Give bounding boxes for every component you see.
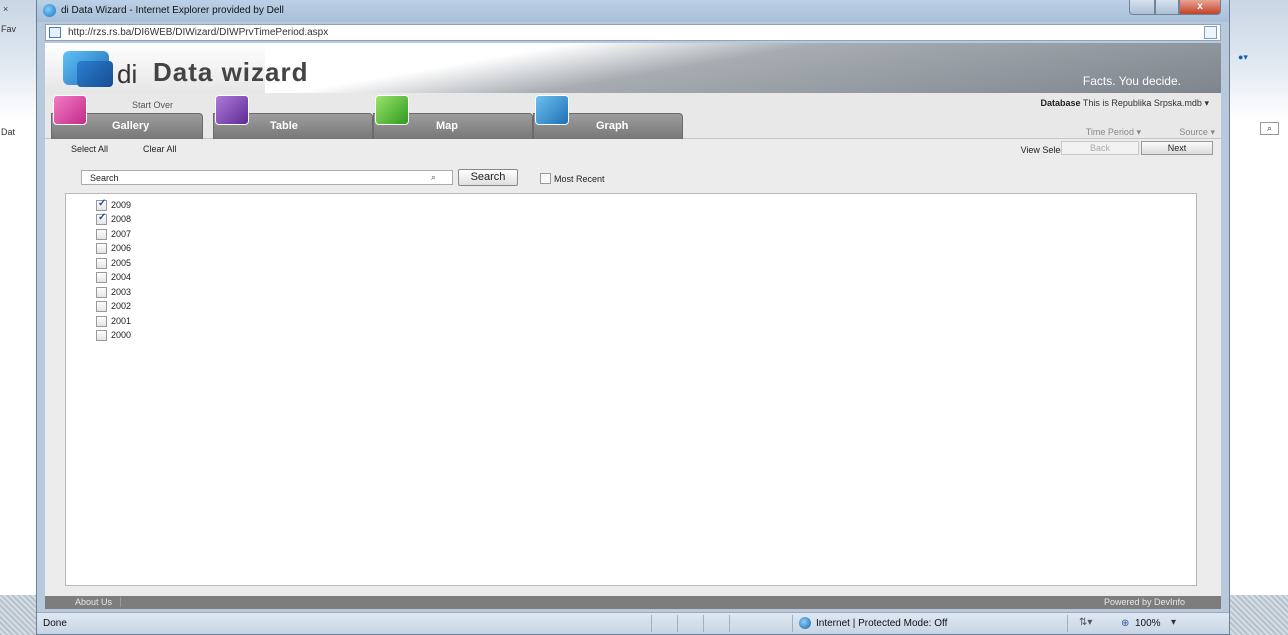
web-content: di Data wizard Facts. You decide. Start … xyxy=(45,43,1221,609)
year-checkbox[interactable] xyxy=(96,287,107,298)
add-ons-icon[interactable]: ⇅▾ xyxy=(1079,617,1092,628)
tab-table-label: Table xyxy=(270,120,298,132)
most-recent-label: Most Recent xyxy=(554,174,605,184)
year-label: 2003 xyxy=(111,287,132,297)
year-label: 2007 xyxy=(111,229,132,239)
year-label: 2009 xyxy=(111,200,132,210)
close-button[interactable]: x xyxy=(1179,0,1221,15)
source-selector[interactable]: Source ▾ xyxy=(1179,127,1215,138)
status-divider xyxy=(792,615,793,632)
bg-data-fragment: Dat xyxy=(1,127,16,137)
compatibility-view-icon[interactable] xyxy=(1204,26,1217,39)
bg-search-icon: ⌕ xyxy=(1260,122,1280,135)
bg-taskbar-left xyxy=(0,595,38,635)
window-controls: x xyxy=(1129,0,1221,15)
year-label: 2005 xyxy=(111,258,132,268)
search-input[interactable] xyxy=(81,170,453,185)
status-divider xyxy=(729,615,730,632)
year-label: 2004 xyxy=(111,272,132,282)
logo-text: Data wizard xyxy=(153,57,309,87)
about-us-link[interactable]: About Us xyxy=(67,597,122,607)
tab-map-label: Map xyxy=(436,120,458,132)
window-title: di Data Wizard - Internet Explorer provi… xyxy=(61,5,284,16)
chevron-down-icon[interactable]: ▾ xyxy=(1171,617,1176,628)
tab-gallery-label: Gallery xyxy=(112,120,150,132)
site-footer: About Us Powered by DevInfo xyxy=(45,596,1221,609)
site-header: di Data wizard Facts. You decide. xyxy=(45,43,1221,93)
wizard-navbar: Start Over Gallery Table Map Graph Datab… xyxy=(45,93,1221,139)
status-divider xyxy=(703,615,704,632)
address-bar[interactable]: http://rzs.rs.ba/DI6WEB/DIWizard/DIWPrvT… xyxy=(45,24,1221,41)
graph-icon[interactable] xyxy=(535,95,569,125)
back-button[interactable]: Back xyxy=(1061,141,1139,155)
maximize-button[interactable] xyxy=(1155,0,1179,15)
search-button[interactable]: Search xyxy=(458,169,518,186)
status-bar: Done Internet | Protected Mode: Off ⇅▾ ⊕… xyxy=(37,612,1229,634)
title-bar: di Data Wizard - Internet Explorer provi… xyxy=(37,0,1229,22)
ie-popup-window: di Data Wizard - Internet Explorer provi… xyxy=(36,0,1230,635)
bg-help-icon: ●▾ xyxy=(1238,52,1248,62)
ie-icon xyxy=(43,4,56,17)
time-period-list: 2009 2008 2007 2006 2005 2004 xyxy=(65,193,1197,586)
tab-graph-label: Graph xyxy=(596,120,629,132)
database-value: This is Republika Srpska.mdb xyxy=(1082,98,1202,108)
year-checkbox[interactable] xyxy=(96,212,107,225)
header-banner xyxy=(265,43,1221,93)
year-checkbox[interactable] xyxy=(96,243,107,254)
year-label: 2002 xyxy=(111,301,132,311)
year-checkbox[interactable] xyxy=(96,330,107,341)
bg-taskbar-right xyxy=(1230,595,1288,635)
clear-all-link[interactable]: Clear All xyxy=(143,144,177,154)
time-period-selector[interactable]: Time Period ▾ xyxy=(1086,127,1141,138)
year-label: 2001 xyxy=(111,316,132,326)
start-over-link[interactable]: Start Over xyxy=(132,100,173,110)
globe-icon xyxy=(799,617,811,629)
year-checkbox[interactable] xyxy=(96,258,107,269)
year-checkbox[interactable] xyxy=(96,316,107,327)
status-divider xyxy=(1067,615,1068,632)
gallery-icon[interactable] xyxy=(53,95,87,125)
source-label: Source xyxy=(1179,127,1208,137)
year-label: 2006 xyxy=(111,243,132,253)
status-divider xyxy=(651,615,652,632)
status-divider xyxy=(677,615,678,632)
year-label: 2008 xyxy=(111,214,132,224)
status-text: Done xyxy=(43,618,67,629)
security-zone[interactable]: Internet | Protected Mode: Off xyxy=(816,618,947,629)
tagline: Facts. You decide. xyxy=(1082,74,1181,88)
select-all-link[interactable]: Select All xyxy=(71,144,108,154)
database-selector[interactable]: Database This is Republika Srpska.mdb ▾ xyxy=(1041,98,1209,109)
address-url[interactable]: http://rzs.rs.ba/DI6WEB/DIWizard/DIWPrvT… xyxy=(68,27,328,38)
search-icon: ⌕ xyxy=(431,172,437,182)
background-browser-right: ●▾ ⌕ xyxy=(1226,0,1288,635)
action-bar: Select All Clear All View Selections ▾ B… xyxy=(45,140,1221,160)
year-checkbox[interactable] xyxy=(96,198,107,211)
year-checkbox[interactable] xyxy=(96,229,107,240)
year-label: 2000 xyxy=(111,330,132,340)
page-icon xyxy=(49,27,61,38)
year-checkbox[interactable] xyxy=(96,301,107,312)
database-label: Database xyxy=(1040,98,1081,108)
map-icon[interactable] xyxy=(375,95,409,125)
chevron-down-icon: ▾ xyxy=(1204,98,1209,108)
next-button[interactable]: Next xyxy=(1141,141,1213,155)
bg-favorites-tab: Fav xyxy=(1,24,17,34)
background-browser-left: × Fav Dat xyxy=(0,0,40,635)
logo-prefix: di xyxy=(117,59,138,89)
most-recent-checkbox[interactable] xyxy=(540,173,551,184)
time-period-label: Time Period xyxy=(1085,127,1134,137)
powered-by-link[interactable]: Powered by DevInfo xyxy=(1104,597,1185,607)
year-checkbox[interactable] xyxy=(96,272,107,283)
chevron-down-icon: ▾ xyxy=(1136,127,1141,137)
search-row: ⌕ Search Most Recent xyxy=(45,161,1221,191)
table-icon[interactable] xyxy=(215,95,249,125)
zoom-level[interactable]: 100% xyxy=(1135,618,1161,629)
chevron-down-icon: ▾ xyxy=(1210,127,1215,137)
minimize-button[interactable] xyxy=(1129,0,1155,15)
bg-close-icon: × xyxy=(3,4,9,14)
logo-icon xyxy=(63,51,113,87)
zoom-icon: ⊕ xyxy=(1121,618,1130,629)
